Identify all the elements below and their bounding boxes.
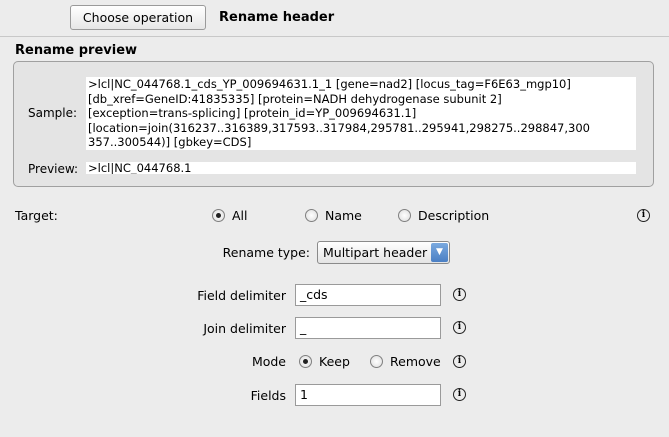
mode-label: Mode: [251, 354, 286, 369]
target-info-icon[interactable]: i: [637, 209, 650, 222]
preview-label: Preview:: [28, 162, 79, 176]
mode-keep-label[interactable]: Keep: [319, 354, 350, 369]
operation-title: Rename header: [219, 10, 335, 25]
rename-type-select[interactable]: Multipart header ▼: [317, 241, 450, 264]
target-description-label[interactable]: Description: [418, 208, 489, 223]
rename-type-label: Rename type:: [222, 245, 310, 260]
sample-label: Sample:: [28, 106, 78, 120]
rename-type-value: Multipart header: [323, 245, 428, 260]
fields-input[interactable]: 1: [295, 384, 441, 406]
fields-info-icon[interactable]: i: [453, 388, 466, 401]
target-all-label[interactable]: All: [232, 208, 248, 223]
rename-preview-title: Rename preview: [15, 43, 138, 58]
choose-operation-button[interactable]: Choose operation: [70, 5, 206, 30]
target-description-radio[interactable]: [398, 209, 411, 222]
target-all-radio[interactable]: [212, 209, 225, 222]
field-delimiter-info-icon[interactable]: i: [453, 288, 466, 301]
mode-remove-radio[interactable]: [370, 355, 383, 368]
join-delimiter-label: Join delimiter: [203, 321, 286, 336]
mode-remove-label[interactable]: Remove: [390, 354, 441, 369]
sample-text: >lcl|NC_044768.1_cds_YP_009694631.1_1 [g…: [86, 77, 636, 150]
preview-text: >lcl|NC_044768.1: [86, 162, 636, 174]
target-label: Target:: [15, 208, 58, 223]
field-delimiter-input[interactable]: _cds: [295, 284, 441, 306]
mode-info-icon[interactable]: i: [453, 355, 466, 368]
fields-label: Fields: [250, 388, 286, 403]
mode-keep-radio[interactable]: [299, 355, 312, 368]
field-delimiter-label: Field delimiter: [197, 288, 286, 303]
chevron-down-icon[interactable]: ▼: [431, 243, 448, 262]
target-name-radio[interactable]: [305, 209, 318, 222]
join-delimiter-info-icon[interactable]: i: [453, 321, 466, 334]
join-delimiter-input[interactable]: _: [295, 317, 441, 339]
target-name-label[interactable]: Name: [325, 208, 362, 223]
